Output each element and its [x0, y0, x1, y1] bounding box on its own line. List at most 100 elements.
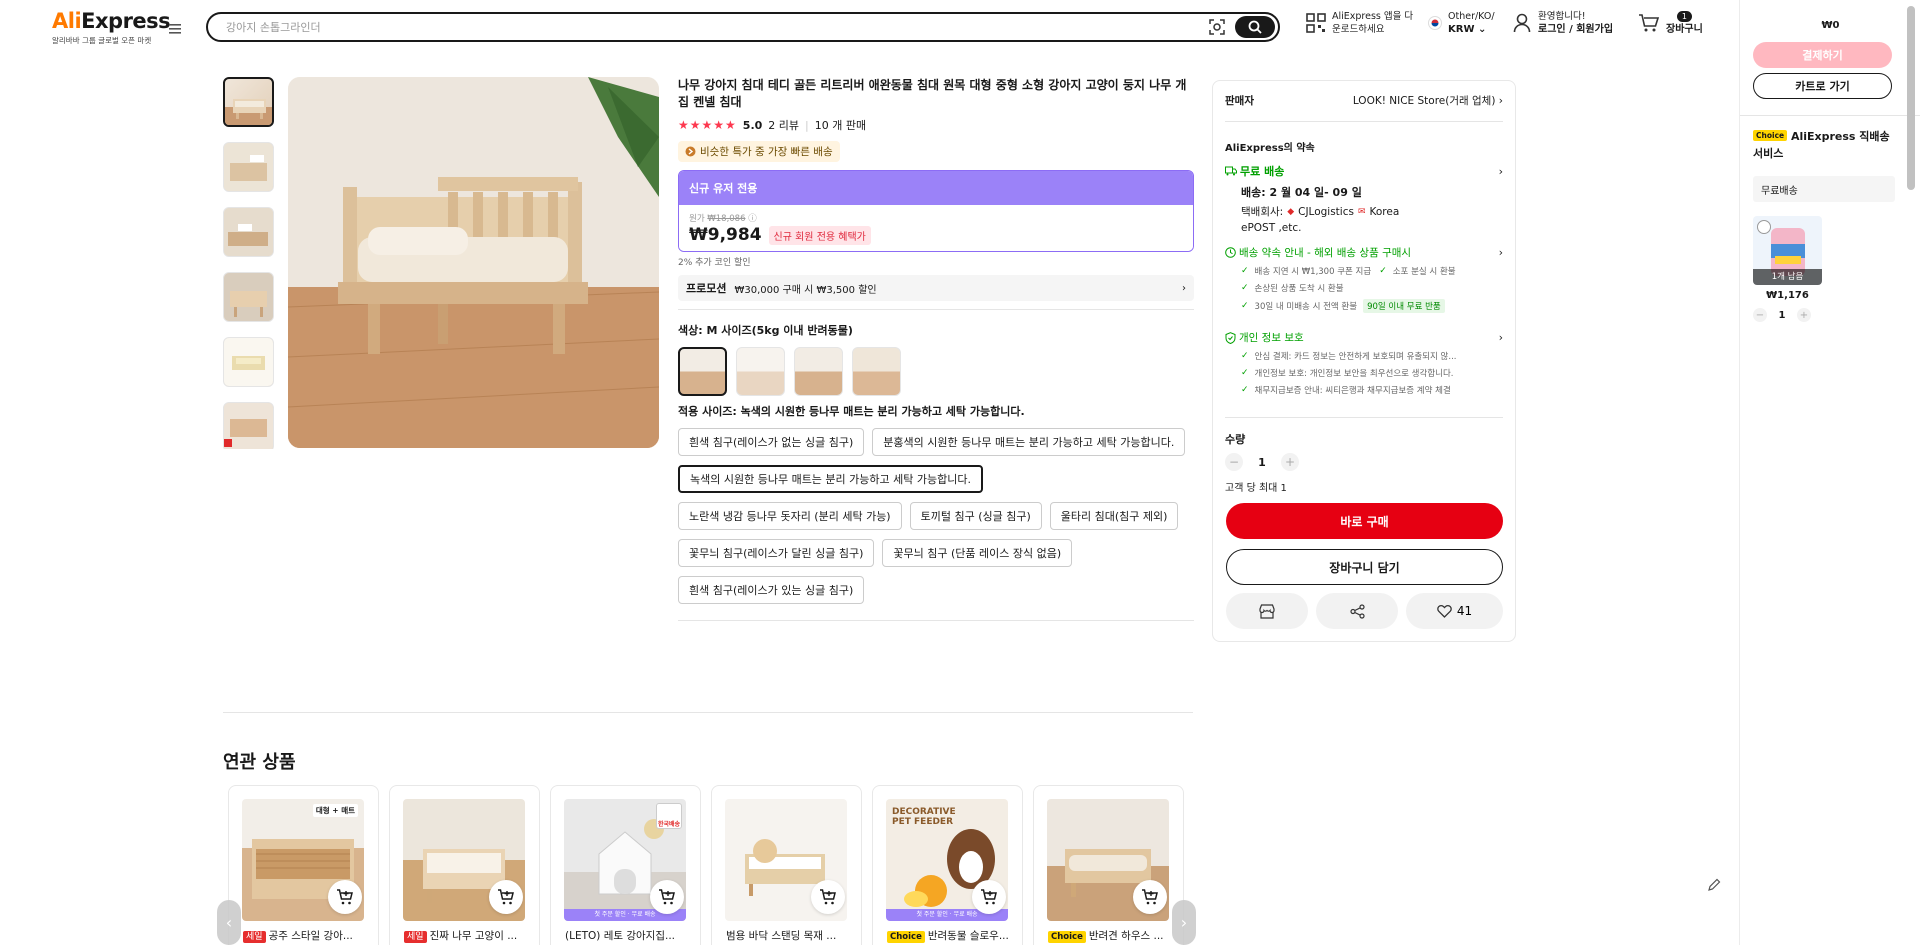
- privacy-section[interactable]: 개인 정보 보호 › ✓ 안심 결제: 카드 정보는 안전하게 보호되며 유출되지 …: [1225, 330, 1503, 396]
- add-to-cart-button[interactable]: 장바구니 담기: [1226, 549, 1503, 585]
- scrollbar-thumb[interactable]: [1907, 6, 1915, 190]
- search-button[interactable]: [1235, 16, 1275, 38]
- add-to-cart-icon[interactable]: [1133, 880, 1167, 914]
- quantity-stepper: − 1 +: [1225, 453, 1299, 471]
- thumbnail[interactable]: [223, 402, 274, 449]
- add-to-cart-icon[interactable]: [328, 880, 362, 914]
- product-card[interactable]: 대형 + 매트 세일 공주 스타일 강아...: [228, 785, 379, 945]
- carousel-prev-button[interactable]: ‹: [217, 900, 241, 945]
- size-option-selected[interactable]: 녹색의 시원한 등나무 매트는 분리 가능하고 세탁 가능합니다.: [678, 465, 983, 493]
- promotion-text: ₩30,000 구매 시 ₩3,500 할인: [734, 284, 877, 296]
- login-signup-link[interactable]: 로그인 / 회원가입: [1538, 23, 1613, 36]
- guarantee-item: 소포 분실 시 환불: [1392, 267, 1456, 277]
- product-card[interactable]: DECORATIVE PET FEEDER 첫 주문 할인 · 무료 배송 Ch…: [872, 785, 1023, 945]
- cart-item-quantity-stepper: − 1 +: [1753, 308, 1811, 322]
- cart-item-image[interactable]: 1개 남음: [1753, 216, 1822, 285]
- thumbnail[interactable]: [223, 337, 274, 387]
- size-option[interactable]: 흰색 침구(레이스가 없는 싱글 침구): [678, 428, 865, 456]
- shipping-section[interactable]: 무료 배송 › 배송: 2 월 04 일- 09 일 택배회사: ◆ CJLog…: [1225, 163, 1503, 234]
- thumbnail[interactable]: [223, 272, 274, 322]
- clock-icon: [1225, 247, 1236, 258]
- thumbnail[interactable]: [223, 77, 274, 127]
- truck-icon: [1225, 166, 1237, 176]
- thumbnail[interactable]: [223, 142, 274, 192]
- cart-item-qty[interactable]: 1: [1767, 310, 1797, 321]
- product-info: 나무 강아지 침대 테디 골든 리트리버 애완동물 침대 원목 대형 중형 소형…: [678, 77, 1194, 621]
- check-icon: ✓: [1241, 385, 1249, 395]
- product-card[interactable]: Choice 반려견 하우스 ...: [1033, 785, 1184, 945]
- color-swatch[interactable]: [852, 347, 901, 396]
- product-name: 범용 바닥 스탠딩 목재 ...: [726, 930, 837, 942]
- search-bar: [206, 12, 1280, 42]
- cart-link[interactable]: 1 장바구니: [1638, 10, 1703, 36]
- decrease-quantity-button[interactable]: −: [1225, 453, 1243, 471]
- delivery-guarantee-section[interactable]: 배송 약속 안내 - 해외 배송 상품 구매시 › ✓ 배송 지연 시 ₩1,300…: [1225, 245, 1503, 313]
- image-search-icon[interactable]: [1208, 18, 1226, 36]
- buy-now-button[interactable]: 바로 구매: [1226, 503, 1503, 539]
- product-name: 반려동물 슬로우...: [927, 930, 1009, 942]
- product-card[interactable]: 범용 바닥 스탠딩 목재 ...: [711, 785, 862, 945]
- product-card[interactable]: 세일 진짜 나무 고양이 ...: [389, 785, 540, 945]
- color-label: 색상: M 사이즈(5kg 이내 반려동물): [678, 324, 853, 337]
- chevron-right-icon: ›: [1182, 282, 1186, 294]
- privacy-item: 개인정보 보호: 개인정보 보안을 최우선으로 생각합니다.: [1254, 369, 1454, 379]
- stock-left-label: 1개 남음: [1753, 269, 1822, 285]
- add-to-cart-icon[interactable]: [650, 880, 684, 914]
- go-to-cart-button[interactable]: 카트로 가기: [1753, 73, 1892, 99]
- checkout-button[interactable]: 결제하기: [1753, 42, 1892, 68]
- coin-discount-note: 2% 추가 코인 할인: [678, 258, 751, 268]
- size-option[interactable]: 흰색 침구(레이스가 있는 싱글 침구): [678, 576, 865, 604]
- cart-item-checkbox[interactable]: [1757, 220, 1771, 234]
- decrease-quantity-button[interactable]: −: [1753, 308, 1767, 322]
- menu-icon[interactable]: [166, 20, 184, 38]
- increase-quantity-button[interactable]: +: [1281, 453, 1299, 471]
- thumbnail[interactable]: [223, 207, 274, 257]
- header: AliExpress 알리바바 그룹 글로벌 오픈 마켓 AliExpress …: [0, 0, 1738, 56]
- free-shipping-label: 무료 배송: [1240, 165, 1285, 178]
- add-to-cart-icon[interactable]: [972, 880, 1006, 914]
- color-swatch[interactable]: [794, 347, 843, 396]
- seller-row[interactable]: 판매자 LOOK! NICE Store(거래 업체) ›: [1225, 93, 1503, 108]
- store-button[interactable]: [1226, 593, 1308, 629]
- quantity-limit: 고객 당 최대 1: [1225, 483, 1287, 494]
- add-to-cart-icon[interactable]: [489, 880, 523, 914]
- size-option[interactable]: 울타리 침대(침구 제외): [1049, 502, 1179, 530]
- size-option[interactable]: 분홍색의 시원한 등나무 매트는 분리 가능하고 세탁 가능합니다.: [872, 428, 1186, 456]
- locale-selector[interactable]: Other/KO/KRW ⌄: [1428, 10, 1495, 36]
- size-option[interactable]: 꽃무늬 침구(레이스가 달린 싱글 침구): [678, 539, 875, 567]
- search-input[interactable]: [226, 17, 1166, 37]
- size-option[interactable]: 노란색 냉감 등나무 돗자리 (분리 세탁 가능): [678, 502, 902, 530]
- aliexpress-logo[interactable]: AliExpress 알리바바 그룹 글로벌 오픈 마켓: [52, 9, 171, 46]
- promotion-row[interactable]: 프로모션 ₩30,000 구매 시 ₩3,500 할인 ›: [678, 275, 1194, 301]
- share-icon: [1349, 603, 1365, 619]
- check-icon: ✓: [1241, 351, 1249, 361]
- review-count-link[interactable]: 2 리뷰: [768, 117, 799, 133]
- chevron-right-icon: ›: [1498, 164, 1503, 178]
- korea-flag-icon: [1428, 16, 1442, 30]
- color-swatch[interactable]: [736, 347, 785, 396]
- mini-cart-sidebar: ₩0 결제하기 카트로 가기 Choice AliExpress 직배송 서비스…: [1708, 0, 1920, 945]
- color-swatches: [678, 347, 1194, 396]
- feedback-edit-icon[interactable]: [1707, 878, 1721, 892]
- info-icon[interactable]: ⓘ: [748, 214, 757, 224]
- share-button[interactable]: [1316, 593, 1398, 629]
- qr-code-icon: [1306, 13, 1326, 33]
- app-download-link[interactable]: AliExpress 앱을 다 운로드하세요: [1306, 10, 1413, 36]
- wishlist-button[interactable]: 41: [1406, 593, 1503, 629]
- product-card[interactable]: 한국배송 첫 주문 할인 · 무료 배송 (LETO) 레토 강아지집...: [550, 785, 701, 945]
- size-option[interactable]: 꽃무늬 침구 (단품 레이스 장식 없음): [882, 539, 1073, 567]
- main-product-image[interactable]: [288, 77, 659, 448]
- increase-quantity-button[interactable]: +: [1797, 308, 1811, 322]
- quantity-value[interactable]: 1: [1243, 456, 1281, 469]
- guarantee-item: 손상된 상품 도착 시 환불: [1254, 284, 1344, 294]
- courier-line-2: ePOST ,etc.: [1241, 222, 1302, 234]
- color-swatch[interactable]: [678, 347, 727, 396]
- account-menu[interactable]: 환영합니다! 로그인 / 회원가입: [1513, 10, 1613, 36]
- logo-express: Express: [81, 9, 171, 33]
- store-icon: [1259, 603, 1275, 619]
- size-option[interactable]: 토끼털 침구 (싱글 침구): [909, 502, 1042, 530]
- carousel-next-button[interactable]: ›: [1172, 900, 1196, 945]
- guarantee-item: 배송 지연 시 ₩1,300 쿠폰 지급: [1254, 267, 1372, 277]
- promise-title: AliExpress의 약속: [1225, 143, 1315, 154]
- add-to-cart-icon[interactable]: [811, 880, 845, 914]
